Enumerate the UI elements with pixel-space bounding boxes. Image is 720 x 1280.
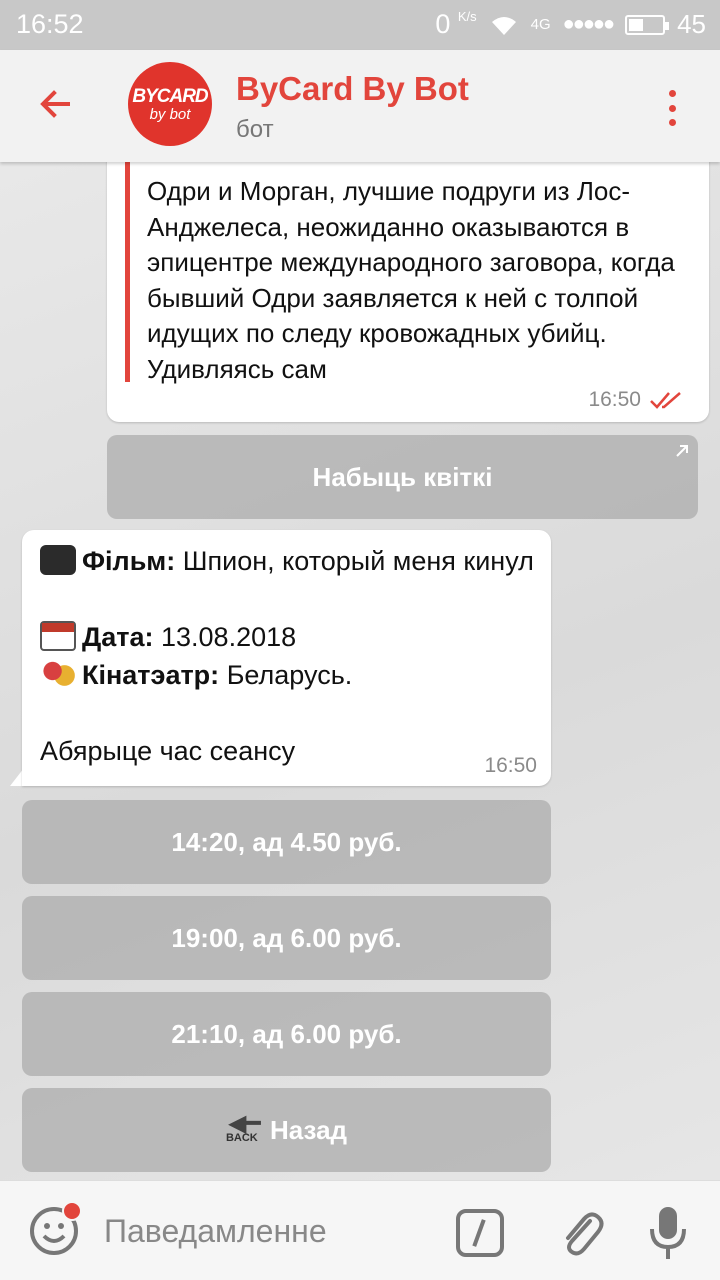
buy-tickets-button[interactable]: Набыць квіткі: [107, 435, 698, 519]
calendar-icon: [40, 621, 76, 651]
network-type: 4G: [530, 16, 551, 33]
message-bubble: Одри и Морган, лучшие подруги из Лос-Анд…: [107, 162, 709, 422]
back-arrow-icon[interactable]: [34, 82, 78, 126]
battery-level: 45: [677, 9, 706, 39]
avatar-logo-text: BYCARD: [132, 86, 208, 107]
attach-icon[interactable]: [556, 1205, 604, 1259]
status-bar: 16:52 0 K/s 4G ●●●●● 45: [0, 0, 720, 50]
back-button-label: Назад: [269, 1114, 348, 1145]
status-time: 16:52: [16, 9, 84, 39]
chat-title[interactable]: ByCard By Bot: [236, 70, 469, 108]
back-button[interactable]: ◀━ BACK Назад: [22, 1088, 551, 1172]
double-check-icon: [650, 392, 681, 409]
status-icons: 0 K/s 4G ●●●●● 45: [435, 9, 706, 40]
theater-masks-icon: [40, 659, 76, 689]
wifi-icon: [491, 16, 516, 35]
buy-tickets-label: Набыць квіткі: [312, 461, 493, 492]
movie-camera-icon: [40, 545, 76, 575]
battery-fill: [629, 18, 644, 31]
message-quote-text: Одри и Морган, лучшие подруги из Лос-Анд…: [147, 176, 675, 384]
cinema-line: Кінатэатр: Беларусь.: [40, 656, 352, 694]
chat-area[interactable]: Одри и Морган, лучшие подруги из Лос-Анд…: [0, 162, 720, 1180]
microphone-icon[interactable]: [648, 1205, 688, 1261]
chat-subtitle: бот: [236, 116, 274, 143]
network-speed: 0 K/s: [435, 9, 477, 39]
external-link-icon: [676, 445, 688, 457]
message-time: 16:50: [484, 754, 537, 777]
battery-icon: [625, 14, 670, 35]
session-button[interactable]: 14:20, ад 4.50 руб.: [22, 800, 551, 884]
chat-header: BYCARD by bot ByCard By Bot бот: [0, 50, 720, 162]
quote-bar: [125, 162, 130, 382]
message-bubble-session-info: Фільм: Шпион, который меня кинул Дата: 1…: [22, 530, 551, 786]
session-prompt: Абярыце час сеансу: [40, 736, 296, 766]
message-input[interactable]: Паведамленне: [104, 1213, 327, 1250]
avatar-logo-subtext: by bot: [149, 106, 191, 123]
film-line: Фільм: Шпион, который меня кинул: [40, 542, 540, 580]
message-meta: 16:50: [588, 388, 683, 412]
date-line: Дата: 13.08.2018: [40, 618, 296, 656]
session-button[interactable]: 19:00, ад 6.00 руб.: [22, 896, 551, 980]
bot-command-icon[interactable]: [456, 1209, 504, 1257]
message-time: 16:50: [588, 388, 641, 411]
more-options-icon[interactable]: [668, 90, 676, 126]
back-icon: ◀━ BACK: [225, 1110, 261, 1145]
avatar[interactable]: BYCARD by bot: [128, 62, 212, 146]
session-button[interactable]: 21:10, ад 6.00 руб.: [22, 992, 551, 1076]
signal-icon: ●●●●●: [562, 13, 615, 35]
notification-dot: [62, 1201, 82, 1221]
message-input-bar: Паведамленне: [0, 1180, 720, 1280]
